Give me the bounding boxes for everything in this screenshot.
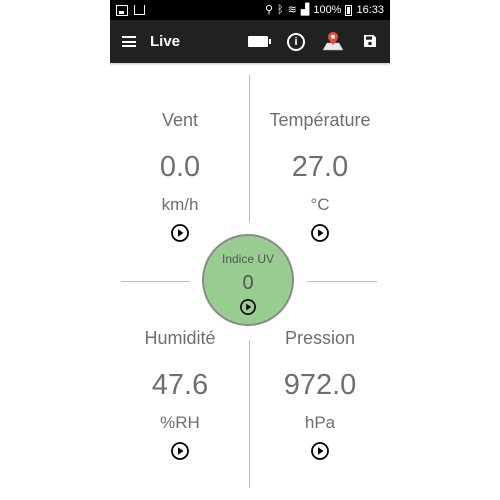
clock: 16:33 <box>356 4 384 16</box>
page-title: Live <box>150 33 181 50</box>
humidity-unit: %RH <box>160 413 200 432</box>
temperature-label: Température <box>269 110 371 130</box>
bluetooth-icon: ᛒ <box>277 3 284 16</box>
battery-status-icon <box>345 4 353 16</box>
uv-label: Indice UV <box>221 252 275 266</box>
humidity-label: Humidité <box>144 328 216 348</box>
humidity-value: 47.6 <box>151 369 209 401</box>
app-screen: ⚲ ᛒ ≋ ▟ 100% 16:33 Live i Vent 0.0 km/h … <box>110 0 390 500</box>
status-system: ⚲ ᛒ ≋ ▟ 100% 16:33 <box>265 4 384 16</box>
wind-play-icon[interactable] <box>171 224 189 242</box>
pressure-panel: Pression 972.0 hPa <box>250 326 390 460</box>
wind-panel: Vent 0.0 km/h <box>110 108 250 242</box>
uv-play-icon[interactable] <box>240 299 256 315</box>
temperature-play-icon[interactable] <box>311 224 329 242</box>
map-pin-icon[interactable] <box>322 30 344 52</box>
image-notification-icon <box>116 4 128 16</box>
save-icon[interactable] <box>363 34 377 48</box>
horizontal-divider-right <box>307 281 377 282</box>
temperature-value: 27.0 <box>291 151 349 183</box>
app-bar: Live i <box>110 20 390 63</box>
battery-icon[interactable] <box>248 36 271 47</box>
pressure-unit: hPa <box>304 413 336 432</box>
temperature-unit: °C <box>310 195 330 214</box>
pressure-value: 972.0 <box>283 369 357 401</box>
pressure-label: Pression <box>284 328 356 348</box>
uv-value: 0 <box>242 272 254 294</box>
wifi-icon: ≋ <box>287 3 297 16</box>
battery-percent: 100% <box>313 4 342 16</box>
horizontal-divider-left <box>121 281 190 282</box>
status-bar: ⚲ ᛒ ≋ ▟ 100% 16:33 <box>110 0 390 20</box>
temperature-panel: Température 27.0 °C <box>250 108 390 242</box>
pressure-play-icon[interactable] <box>311 442 329 460</box>
info-icon[interactable]: i <box>287 33 305 51</box>
status-notifications <box>116 4 145 16</box>
location-icon: ⚲ <box>264 3 274 16</box>
app-bar-shadow <box>110 63 390 66</box>
wind-value: 0.0 <box>159 151 201 183</box>
uv-index-circle: Indice UV 0 <box>202 234 294 326</box>
wind-unit: km/h <box>161 195 199 214</box>
signal-icon: ▟ <box>300 3 310 16</box>
menu-icon[interactable] <box>122 36 136 47</box>
humidity-play-icon[interactable] <box>171 442 189 460</box>
storage-notification-icon <box>134 5 145 15</box>
humidity-panel: Humidité 47.6 %RH <box>110 326 250 460</box>
wind-label: Vent <box>161 110 199 130</box>
